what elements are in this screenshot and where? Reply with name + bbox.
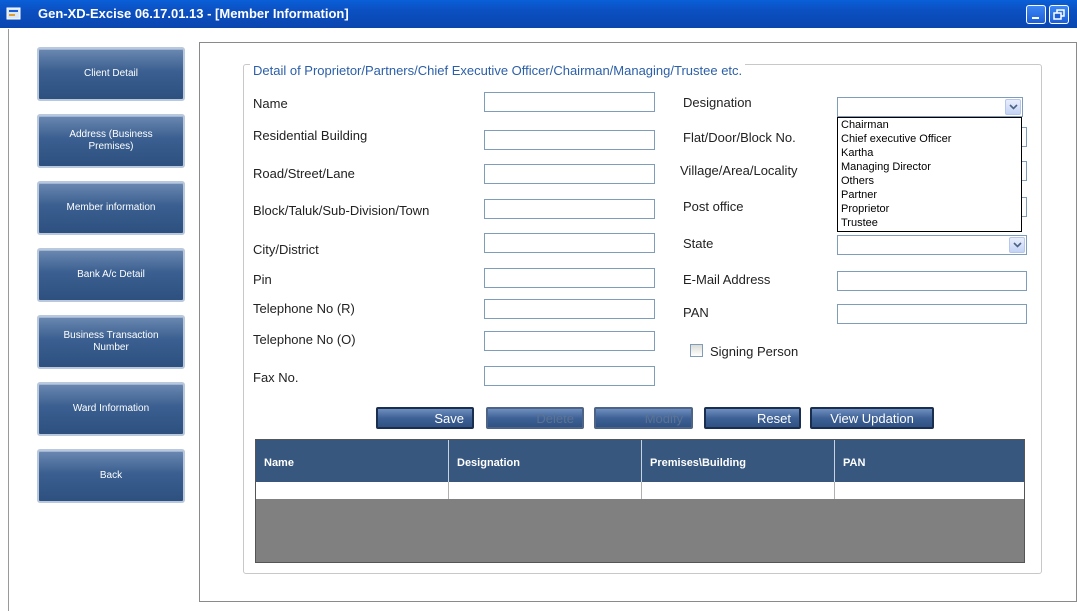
dropdown-option[interactable]: Kartha — [841, 147, 873, 159]
name-input[interactable] — [484, 92, 655, 112]
nav-bank-detail-button[interactable]: Bank A/c Detail — [37, 248, 185, 302]
dropdown-option[interactable]: Partner — [841, 189, 877, 201]
state-select[interactable] — [837, 235, 1027, 255]
modify-button[interactable]: Modify — [594, 407, 693, 429]
nav-business-transaction-button[interactable]: Business Transaction Number — [37, 315, 185, 369]
grid-column-header[interactable]: Name — [256, 440, 449, 482]
nav-member-information-button[interactable]: Member information — [37, 181, 185, 235]
email-input[interactable] — [837, 271, 1027, 291]
table-row[interactable] — [256, 482, 1024, 499]
table-cell[interactable] — [256, 482, 449, 499]
pin-input[interactable] — [484, 268, 655, 288]
grid-column-header[interactable]: Premises\Building — [642, 440, 835, 482]
residential-building-label: Residential Building — [253, 128, 368, 143]
block-taluk-label: Block/Taluk/Sub-Division/Town — [253, 203, 430, 218]
signing-person-checkbox[interactable] — [690, 344, 703, 357]
telephone-r-label: Telephone No (R) — [253, 301, 355, 316]
table-cell[interactable] — [835, 482, 1024, 499]
grid-header: Name Designation Premises\Building PAN — [256, 440, 1024, 482]
group-title: Detail of Proprietor/Partners/Chief Exec… — [250, 63, 746, 78]
restore-icon — [1053, 9, 1065, 20]
flat-door-label: Flat/Door/Block No. — [683, 130, 796, 145]
minimize-icon — [1032, 17, 1039, 19]
reset-button[interactable]: Reset — [704, 407, 801, 429]
grid-column-header[interactable]: Designation — [449, 440, 642, 482]
dropdown-arrow-icon[interactable] — [1005, 99, 1021, 115]
restore-button[interactable] — [1049, 5, 1069, 24]
name-label: Name — [253, 96, 288, 111]
minimize-button[interactable] — [1026, 5, 1046, 24]
dropdown-option[interactable]: Managing Director — [841, 161, 931, 173]
dropdown-option[interactable]: Proprietor — [841, 203, 889, 215]
nav-ward-information-button[interactable]: Ward Information — [37, 382, 185, 436]
city-district-label: City/District — [253, 242, 319, 257]
fax-label: Fax No. — [253, 370, 299, 385]
dropdown-arrow-icon[interactable] — [1009, 237, 1025, 253]
dropdown-option[interactable]: Trustee — [841, 217, 878, 229]
nav-client-detail-button[interactable]: Client Detail — [37, 47, 185, 101]
app-icon — [6, 7, 21, 20]
table-cell[interactable] — [642, 482, 835, 499]
road-street-label: Road/Street/Lane — [253, 166, 355, 181]
window-title: Gen-XD-Excise 06.17.01.13 - [Member Info… — [38, 6, 349, 21]
telephone-o-label: Telephone No (O) — [253, 332, 356, 347]
grid-column-header[interactable]: PAN — [835, 440, 1024, 482]
member-grid: Name Designation Premises\Building PAN — [255, 439, 1025, 563]
post-office-label: Post office — [683, 199, 744, 214]
city-district-input[interactable] — [484, 233, 655, 253]
telephone-o-input[interactable] — [484, 331, 655, 351]
road-street-input[interactable] — [484, 164, 655, 184]
telephone-r-input[interactable] — [484, 299, 655, 319]
designation-dropdown-list: Chairman Chief executive Officer Kartha … — [837, 117, 1022, 232]
fax-input[interactable] — [484, 366, 655, 386]
pin-label: Pin — [253, 272, 272, 287]
pan-label: PAN — [683, 305, 709, 320]
residential-building-input[interactable] — [484, 130, 655, 150]
designation-select[interactable] — [837, 97, 1023, 117]
save-button[interactable]: Save — [376, 407, 474, 429]
table-cell[interactable] — [449, 482, 642, 499]
dropdown-option[interactable]: Others — [841, 175, 874, 187]
village-area-label: Village/Area/Locality — [680, 163, 798, 178]
state-label: State — [683, 236, 714, 251]
designation-label: Designation — [683, 95, 752, 110]
signing-person-label: Signing Person — [710, 344, 799, 359]
delete-button[interactable]: Delete — [486, 407, 584, 429]
nav-back-button[interactable]: Back — [37, 449, 185, 503]
dropdown-option[interactable]: Chief executive Officer — [841, 133, 951, 145]
view-updation-button[interactable]: View Updation — [810, 407, 934, 429]
email-label: E-Mail Address — [683, 272, 771, 287]
pan-input[interactable] — [837, 304, 1027, 324]
nav-address-button[interactable]: Address (Business Premises) — [37, 114, 185, 168]
dropdown-option[interactable]: Chairman — [841, 119, 889, 131]
block-taluk-input[interactable] — [484, 199, 655, 219]
title-bar: Gen-XD-Excise 06.17.01.13 - [Member Info… — [0, 0, 1077, 28]
